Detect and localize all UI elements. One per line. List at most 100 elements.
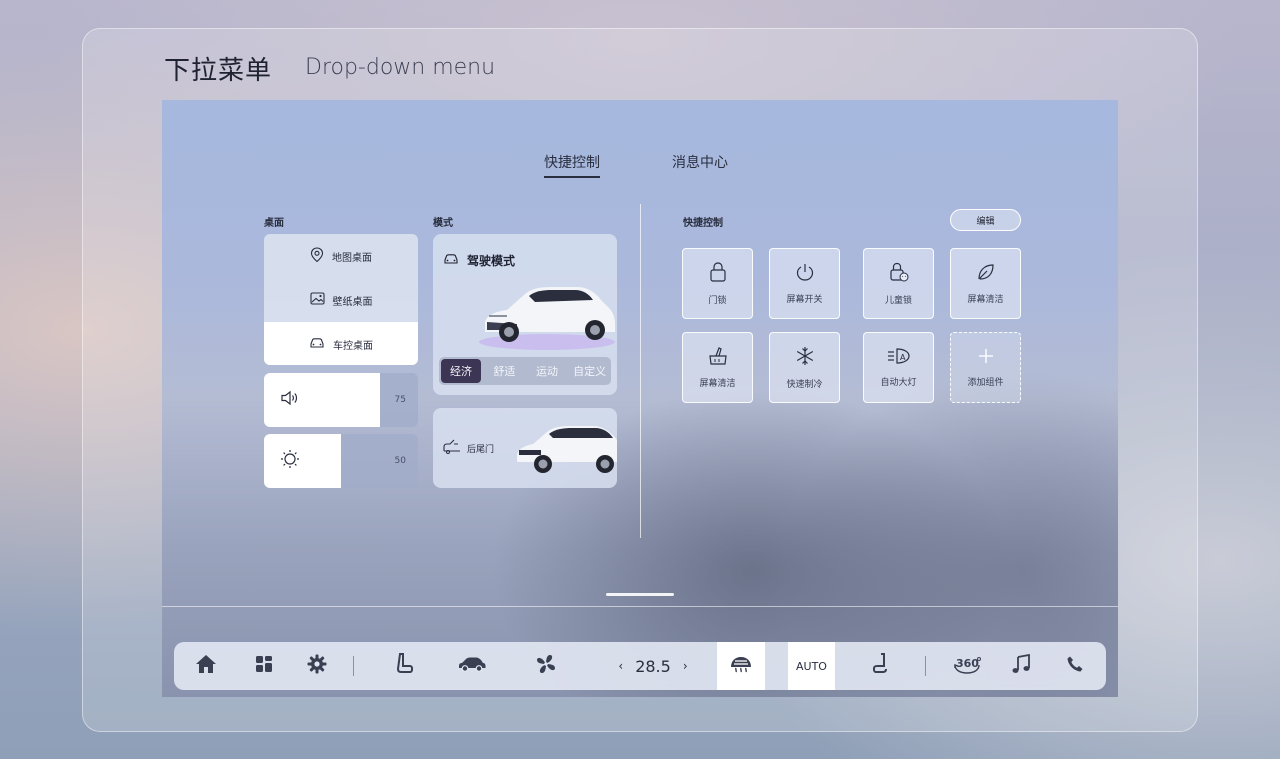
tab-bar: 快捷控制 消息中心 <box>162 152 1118 182</box>
leaf-icon <box>976 262 996 286</box>
dock-settings-button[interactable] <box>301 642 333 690</box>
panel-divider <box>640 204 641 538</box>
lock-icon <box>708 261 728 287</box>
car-icon <box>457 656 487 676</box>
brightness-slider-fill <box>264 434 341 488</box>
quick-tile-screen-power[interactable]: 屏幕开关 <box>769 248 840 319</box>
snowflake-icon <box>794 345 816 371</box>
dock-camera-360-button[interactable]: 360 <box>946 642 988 690</box>
brightness-slider[interactable]: 50 <box>264 434 418 488</box>
gear-icon <box>307 654 327 678</box>
mode-option-economy[interactable]: 经济 <box>441 359 481 383</box>
quick-tile-auto-headlight[interactable]: A 自动大灯 <box>863 332 934 403</box>
quick-tile-label: 屏幕清洁 <box>699 379 736 389</box>
desktop-section-label: 桌面 <box>264 218 284 229</box>
auto-label: AUTO <box>796 659 827 673</box>
tab-quick-control[interactable]: 快捷控制 <box>544 152 600 178</box>
desktop-list: 地图桌面 壁纸桌面 车控桌面 <box>264 234 418 365</box>
rear-defrost-icon <box>729 655 753 677</box>
volume-value: 75 <box>394 395 406 405</box>
dock-seat-heat-button[interactable] <box>864 642 896 690</box>
drive-mode-title-text: 驾驶模式 <box>467 254 516 268</box>
desktop-item-label: 车控桌面 <box>333 340 373 352</box>
dock-separator <box>353 656 354 676</box>
desktop-item-label: 地图桌面 <box>332 252 372 264</box>
quick-tile-label: 自动大灯 <box>880 378 917 388</box>
edit-button[interactable]: 编辑 <box>950 209 1021 231</box>
bottom-dock: ‹ 28.5 › AUTO 360 <box>174 642 1106 690</box>
map-pin-icon <box>310 246 324 266</box>
volume-slider[interactable]: 75 <box>264 373 418 427</box>
speaker-icon <box>280 390 300 410</box>
cleaning-icon <box>707 346 729 370</box>
child-lock-icon <box>888 261 910 287</box>
page-title: 下拉菜单 <box>164 56 273 86</box>
camera-360-icon: 360 <box>952 656 982 676</box>
music-icon <box>1011 653 1031 678</box>
svg-text:A: A <box>900 353 906 362</box>
car-image-rear <box>517 426 617 473</box>
seat-icon <box>395 653 413 679</box>
dock-apps-button[interactable] <box>248 642 280 690</box>
auto-headlight-icon: A <box>887 347 911 369</box>
dock-rear-defrost-button[interactable] <box>717 642 765 690</box>
quick-tile-label: 添加组件 <box>967 378 1004 388</box>
quick-tile-child-lock[interactable]: 儿童锁 <box>863 248 934 319</box>
fan-icon <box>535 653 557 679</box>
quick-tile-label: 屏幕清洁 <box>967 295 1004 305</box>
dock-divider <box>162 606 1118 607</box>
desktop-item-label: 壁纸桌面 <box>332 296 373 308</box>
quick-tile-door-lock[interactable]: 门锁 <box>682 248 753 319</box>
power-icon <box>795 262 815 286</box>
dock-auto-button[interactable]: AUTO <box>788 642 835 690</box>
phone-icon <box>1066 655 1084 677</box>
quick-tile-label: 儿童锁 <box>884 296 912 306</box>
car-icon <box>309 337 325 352</box>
dock-music-button[interactable] <box>1005 642 1037 690</box>
quick-control-label: 快捷控制 <box>683 218 723 229</box>
plus-icon <box>977 347 995 369</box>
dock-phone-button[interactable] <box>1059 642 1091 690</box>
car-screen: 快捷控制 消息中心 桌面 地图桌面 壁纸桌面 车控桌面 75 50 模式 驾驶模… <box>162 100 1118 697</box>
dock-vehicle-button[interactable] <box>454 642 490 690</box>
drive-mode-card: 驾驶模式 经济 舒适 运动 自定义 <box>433 234 617 395</box>
image-icon <box>309 292 325 308</box>
quick-tile-screen-clean-2[interactable]: 屏幕清洁 <box>682 332 753 403</box>
trunk-label: 后尾门 <box>467 445 495 455</box>
dock-fan-button[interactable] <box>528 642 564 690</box>
temperature-control: ‹ 28.5 › <box>598 642 708 690</box>
seat-heat-icon <box>871 653 889 679</box>
page-subtitle: Drop-down menu <box>305 55 496 80</box>
quick-tile-label: 快速制冷 <box>786 380 823 390</box>
temperature-value: 28.5 <box>635 656 671 676</box>
quick-tile-label: 门锁 <box>708 296 727 306</box>
mode-section-label: 模式 <box>433 218 453 229</box>
camera-360-label: 360 <box>956 657 979 670</box>
quick-tile-add-widget[interactable]: 添加组件 <box>950 332 1021 403</box>
quick-tile-label: 屏幕开关 <box>786 295 823 305</box>
dock-home-button[interactable] <box>190 642 222 690</box>
temperature-increase-button[interactable]: › <box>683 659 688 673</box>
trunk-icon <box>442 438 462 460</box>
trunk-card[interactable]: 后尾门 <box>433 408 617 488</box>
dock-seat-button[interactable] <box>388 642 420 690</box>
drive-mode-selector: 经济 舒适 运动 自定义 <box>439 357 611 385</box>
apps-icon <box>255 655 273 677</box>
dock-separator <box>925 656 926 676</box>
quick-tile-screen-clean[interactable]: 屏幕清洁 <box>950 248 1021 319</box>
drive-mode-title: 驾驶模式 <box>443 252 515 269</box>
mode-option-sport[interactable]: 运动 <box>526 357 569 385</box>
quick-tile-quick-cool[interactable]: 快速制冷 <box>769 332 840 403</box>
mode-option-custom[interactable]: 自定义 <box>568 357 611 385</box>
temperature-decrease-button[interactable]: ‹ <box>618 659 623 673</box>
sun-icon <box>280 449 300 473</box>
brightness-value: 50 <box>394 456 406 466</box>
desktop-item-car-control[interactable]: 车控桌面 <box>264 322 418 365</box>
desktop-item-wallpaper[interactable]: 壁纸桌面 <box>264 278 418 322</box>
drag-handle[interactable] <box>606 593 674 596</box>
car-image-front <box>479 287 615 350</box>
desktop-item-map[interactable]: 地图桌面 <box>264 234 418 278</box>
mode-option-comfort[interactable]: 舒适 <box>483 357 526 385</box>
tab-message-center[interactable]: 消息中心 <box>672 152 728 172</box>
home-icon <box>195 654 217 678</box>
